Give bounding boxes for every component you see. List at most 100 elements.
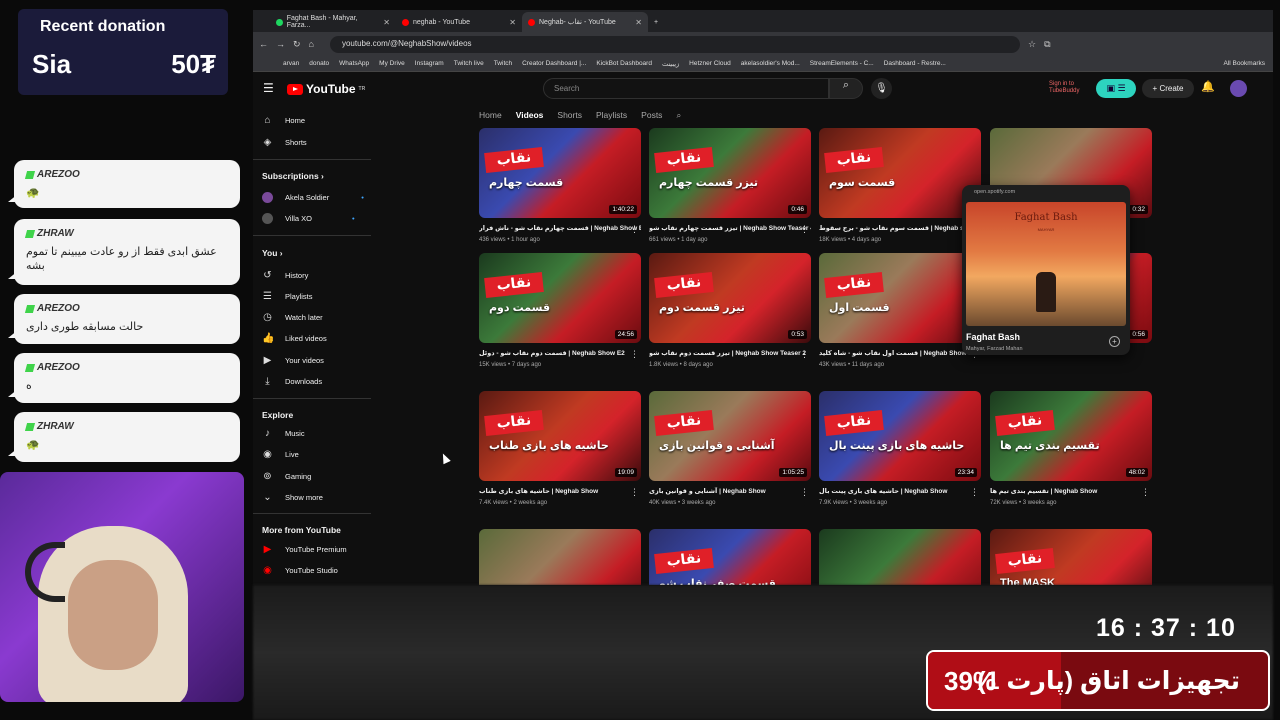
youtube-logo[interactable]: YouTube TR: [287, 82, 365, 96]
bookmark-item[interactable]: Creator Dashboard |...: [522, 60, 586, 67]
search-icon[interactable]: ⌕: [829, 78, 863, 99]
tubebuddy-button[interactable]: ▣ ☰: [1096, 79, 1136, 98]
video-title[interactable]: قسمت سوم نقاب شو - برج سقوط | Neghab sho…: [819, 224, 981, 232]
sidebar-item-downloads[interactable]: ⤓ Downloads: [262, 376, 322, 387]
reload-icon[interactable]: ↻: [293, 39, 301, 50]
sidebar-item-show-more[interactable]: ⌄ Show more: [262, 492, 323, 503]
sidebar-item-live[interactable]: ◉ Live: [262, 449, 299, 460]
more-options-icon[interactable]: ⋮: [630, 349, 639, 360]
video-title[interactable]: قسمت دوم نقاب شو - دوئل | Neghab Show E2: [479, 349, 641, 357]
bookmark-item[interactable]: donato: [309, 60, 329, 67]
video-thumbnail[interactable]: نقاب حاشیه های بازی پینت بال 23:34: [819, 391, 981, 481]
bell-icon[interactable]: 🔔: [1201, 80, 1215, 93]
video-card[interactable]: نقاب قسمت چهارم 1:40:22 قسمت چهارم نقاب شو …: [479, 128, 641, 243]
bookmark-item[interactable]: Dashboard - Restre...: [884, 60, 946, 67]
bookmark-item[interactable]: akelasoldier's Mod...: [741, 60, 800, 67]
browser-tab[interactable]: neghab - YouTube ✕: [396, 12, 522, 32]
new-tab-button[interactable]: +: [648, 12, 666, 32]
tubebuddy-signin[interactable]: Sign in to TubeBuddy: [1049, 81, 1089, 95]
video-card[interactable]: نقاب قسمت صفر نقاب شو: [649, 529, 811, 585]
tab-posts[interactable]: Posts: [641, 110, 662, 121]
sidebar-item-playlists[interactable]: ☰ Playlists: [262, 291, 313, 302]
create-button[interactable]: + Create: [1142, 79, 1194, 98]
channel-search-icon[interactable]: ⌕: [676, 110, 681, 121]
video-card[interactable]: نقاب قسمت سوم قسمت سوم نقاب شو - برج سقوط …: [819, 128, 981, 243]
sidebar-item-liked-videos[interactable]: 👍 Liked videos: [262, 333, 327, 344]
tab-playlists[interactable]: Playlists: [596, 110, 627, 121]
bookmark-item[interactable]: Twitch: [494, 60, 512, 67]
extensions-icon[interactable]: ⧉: [1044, 39, 1050, 50]
bookmark-item[interactable]: WhatsApp: [339, 60, 369, 67]
bookmark-item[interactable]: Hetzner Cloud: [689, 60, 731, 67]
video-card[interactable]: نقاب آشنایی و قوانین بازی 1:05:25 آشنایی و …: [649, 391, 811, 506]
video-thumbnail[interactable]: نقاب آشنایی و قوانین بازی 1:05:25: [649, 391, 811, 481]
microphone-icon[interactable]: 🎙: [871, 78, 892, 99]
close-icon[interactable]: ✕: [635, 18, 642, 27]
more-options-icon[interactable]: ⋮: [800, 224, 809, 235]
menu-icon[interactable]: ☰: [263, 81, 274, 95]
sidebar-item-music[interactable]: ♪ Music: [262, 428, 305, 439]
video-thumbnail[interactable]: نقاب قسمت صفر نقاب شو: [649, 529, 811, 585]
more-options-icon[interactable]: ⋮: [1141, 487, 1150, 498]
sidebar-item-villa-xo[interactable]: Villa XO •: [262, 213, 355, 224]
more-options-icon[interactable]: ⋮: [630, 487, 639, 498]
video-thumbnail[interactable]: نقاب قسمت دوم 24:56: [479, 253, 641, 343]
more-options-icon[interactable]: ⋮: [970, 487, 979, 498]
bookmark-item[interactable]: Twitch live: [454, 60, 484, 67]
url-field[interactable]: youtube.com/@NeghabShow/videos: [329, 35, 1020, 53]
home-icon[interactable]: ⌂: [309, 39, 314, 49]
sidebar-item-shorts[interactable]: ◈ Shorts: [262, 137, 307, 148]
video-thumbnail[interactable]: نقاب قسمت اول: [819, 253, 981, 343]
sidebar-item-gaming[interactable]: ⊚ Gaming: [262, 471, 311, 482]
video-thumbnail[interactable]: نقاب قسمت سوم: [819, 128, 981, 218]
sidebar-item-your-videos[interactable]: ▶ Your videos: [262, 355, 324, 366]
video-thumbnail[interactable]: نقاب تقسیم بندی تیم ها 48:02: [990, 391, 1152, 481]
forward-icon[interactable]: →: [276, 39, 285, 49]
more-options-icon[interactable]: ⋮: [800, 349, 809, 360]
video-title[interactable]: حاشیه های بازی طناب | Neghab Show: [479, 487, 641, 495]
video-title[interactable]: حاشیه های بازی پینت بال | Neghab Show: [819, 487, 981, 495]
close-icon[interactable]: ✕: [383, 18, 390, 27]
video-title[interactable]: قسمت چهارم نقاب شو - ناش فرار | Neghab S…: [479, 224, 641, 232]
sidebar-item-home[interactable]: ⌂ Home: [262, 115, 305, 126]
sidebar-item-youtube-studio[interactable]: ◉ YouTube Studio: [262, 565, 338, 576]
bookmark-item[interactable]: Instagram: [415, 60, 444, 67]
video-thumbnail[interactable]: [819, 529, 981, 585]
video-title[interactable]: تیزر قسمت دوم نقاب شو | Neghab Show Teas…: [649, 349, 811, 357]
bookmark-all[interactable]: All Bookmarks: [1223, 60, 1273, 67]
video-thumbnail[interactable]: نقاب تیزر قسمت چهارم 0:46: [649, 128, 811, 218]
tab-videos[interactable]: Videos: [516, 110, 544, 121]
bookmark-item[interactable]: arvan: [283, 60, 299, 67]
video-card[interactable]: نقاب قسمت دوم 24:56 قسمت دوم نقاب شو - دوئل…: [479, 253, 641, 368]
sidebar-item-watch-later[interactable]: ◷ Watch later: [262, 312, 323, 323]
sidebar-item-history[interactable]: ↺ History: [262, 270, 308, 281]
video-card[interactable]: [479, 529, 641, 585]
spotify-link-preview[interactable]: open.spotify.com Faghat Bash MAHYAR Fagh…: [962, 185, 1130, 355]
sidebar-item-akela-soldier[interactable]: Akela Soldier •: [262, 192, 364, 203]
video-thumbnail[interactable]: [479, 529, 641, 585]
search-input[interactable]: Search: [543, 78, 829, 99]
tab-home[interactable]: Home: [479, 110, 502, 121]
back-icon[interactable]: ←: [259, 39, 268, 49]
video-title[interactable]: تقسیم بندی تیم ها | Neghab Show: [990, 487, 1152, 495]
more-options-icon[interactable]: ⋮: [800, 487, 809, 498]
video-card[interactable]: نقاب حاشیه های بازی طناب 19:09 حاشیه های با…: [479, 391, 641, 506]
add-icon[interactable]: +: [1109, 336, 1120, 347]
more-options-icon[interactable]: ⋮: [630, 224, 639, 235]
video-thumbnail[interactable]: نقاب حاشیه های بازی طناب 19:09: [479, 391, 641, 481]
video-thumbnail[interactable]: نقاب قسمت چهارم 1:40:22: [479, 128, 641, 218]
close-icon[interactable]: ✕: [509, 18, 516, 27]
video-thumbnail[interactable]: نقاب The MASK: [990, 529, 1152, 585]
video-card[interactable]: نقاب تقسیم بندی تیم ها 48:02 تقسیم بندی تیم…: [990, 391, 1152, 506]
bookmark-item[interactable]: KickBot Dashboard: [596, 60, 652, 67]
browser-tab[interactable]: Faghat Bash - Mahyar, Farza... ✕: [270, 12, 396, 32]
video-card[interactable]: نقاب تیزر قسمت چهارم 0:46 تیزر قسمت چهارم ن…: [649, 128, 811, 243]
browser-tab-active[interactable]: Neghab- نقاب - YouTube ✕: [522, 12, 648, 32]
video-card[interactable]: نقاب تیزر قسمت دوم 0:53 تیزر قسمت دوم نقاب …: [649, 253, 811, 368]
video-card[interactable]: نقاب The MASK: [990, 529, 1152, 585]
video-title[interactable]: تیزر قسمت چهارم نقاب شو | Neghab Show Te…: [649, 224, 811, 232]
bookmark-item[interactable]: My Drive: [379, 60, 405, 67]
avatar[interactable]: [1230, 80, 1247, 97]
subscriptions-heading[interactable]: Subscriptions ›: [262, 171, 324, 181]
video-card[interactable]: نقاب حاشیه های بازی پینت بال 23:34 حاشیه ها…: [819, 391, 981, 506]
